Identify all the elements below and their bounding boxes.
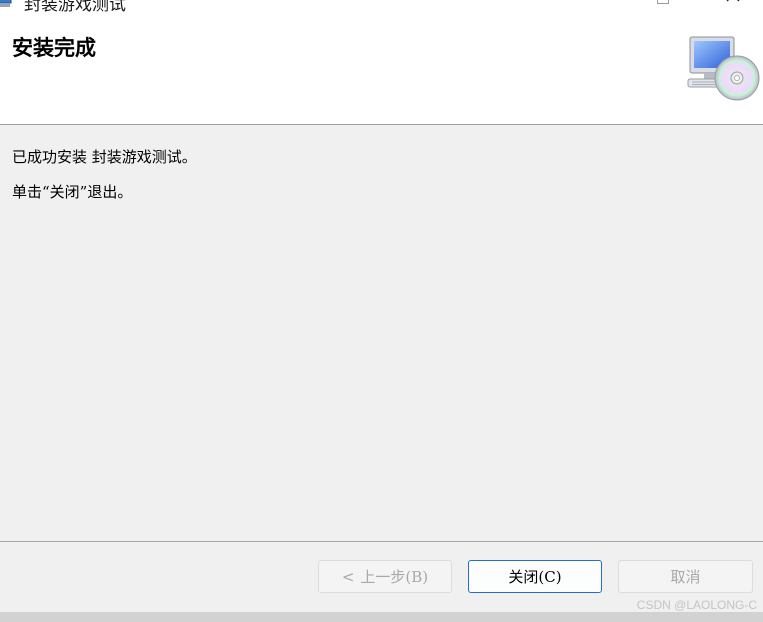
footer-divider: [0, 541, 763, 542]
chevron-left-icon: <: [341, 567, 355, 586]
exit-instruction: 单击“关闭”退出。: [12, 183, 133, 201]
window-bottom-edge: [0, 612, 763, 622]
close-icon[interactable]: [718, 0, 748, 10]
header-banner: 安装完成: [0, 16, 763, 125]
close-button-label: 关闭(C): [508, 568, 562, 586]
success-message: 已成功安装 封装游戏测试。: [12, 148, 197, 166]
back-button-label: 上一步(B): [360, 568, 429, 586]
app-icon: [0, 0, 12, 7]
window-title: 封装游戏测试: [24, 0, 126, 15]
maximize-icon[interactable]: [648, 0, 678, 10]
cancel-button-label: 取消: [670, 568, 701, 586]
title-bar[interactable]: 封装游戏测试: [0, 0, 763, 16]
page-title: 安装完成: [12, 36, 96, 60]
computer-cd-setup-icon: [687, 36, 760, 101]
watermark: CSDN @LAOLONG-C: [636, 598, 757, 612]
cancel-button[interactable]: 取消: [618, 560, 753, 593]
back-button[interactable]: < 上一步(B): [318, 560, 452, 593]
close-button[interactable]: 关闭(C): [468, 560, 602, 593]
